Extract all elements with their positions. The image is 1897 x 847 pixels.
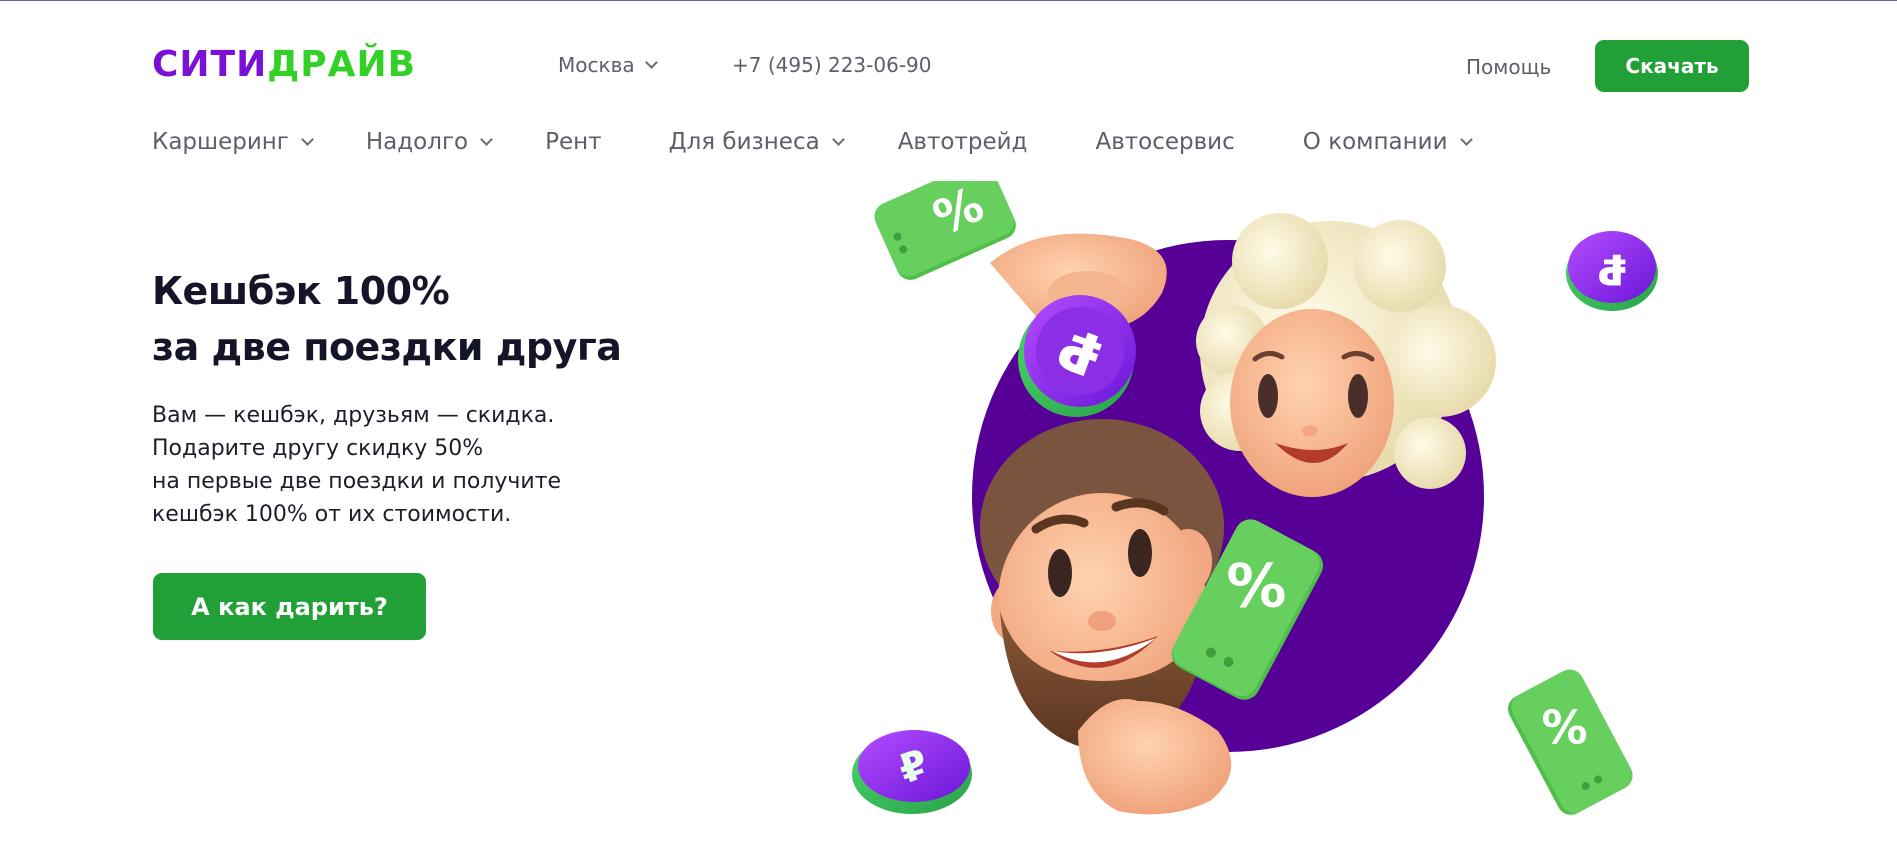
chevron-down-icon	[480, 132, 493, 146]
coin-symbol: ₽	[1597, 245, 1626, 294]
help-link[interactable]: Помощь	[1466, 55, 1551, 79]
nav-item-rent[interactable]: Рент	[545, 129, 601, 155]
nav-item-long-term[interactable]: Надолго	[365, 129, 493, 155]
logo-part-1: СИТИ	[152, 44, 268, 85]
nav-item-business[interactable]: Для бизнеса	[668, 129, 845, 155]
main-nav: Каршеринг Надолго Рент Для бизнеса Автот…	[152, 129, 1473, 155]
nav-item-about[interactable]: О компании	[1302, 129, 1473, 155]
chevron-down-icon	[644, 55, 658, 69]
ticket-symbol: %	[1542, 700, 1588, 754]
nav-item-label: Автосервис	[1095, 129, 1235, 155]
logo-part-2: ДРАЙВ	[267, 44, 417, 85]
ruble-coin-icon: ₽	[852, 730, 972, 814]
hero-description-line: на первые две поездки и получите	[152, 469, 562, 494]
hero-title-line: Кешбэк 100%	[152, 269, 450, 313]
ticket-symbol: %	[1226, 551, 1286, 621]
hero-description-line: Подарите другу скидку 50%	[152, 436, 484, 461]
chevron-down-icon	[301, 132, 314, 146]
chevron-down-icon	[1459, 132, 1473, 146]
nav-item-label: Рент	[545, 129, 602, 155]
nav-item-label: Автотрейд	[897, 129, 1028, 155]
ruble-coin-icon: ₽	[1566, 231, 1658, 311]
chevron-down-icon	[831, 132, 845, 146]
nav-item-label: Каршеринг	[152, 129, 289, 155]
how-to-gift-button[interactable]: А как дарить?	[153, 573, 426, 640]
city-selector[interactable]: Москва	[558, 53, 658, 77]
nav-item-autotrade[interactable]: Автотрейд	[898, 129, 1028, 155]
hero-description-line: Вам — кешбэк, друзьям — скидка.	[152, 403, 555, 428]
hero-description: Вам — кешбэк, друзьям — скидка. Подарите…	[152, 399, 561, 531]
nav-item-label: О компании	[1302, 129, 1448, 155]
hero-title: Кешбэк 100% за две поездки друга	[152, 263, 622, 375]
hero-description-line: кешбэк 100% от их стоимости.	[152, 502, 512, 527]
hero-title-line: за две поездки друга	[152, 325, 622, 369]
nav-item-label: Для бизнеса	[668, 129, 820, 155]
download-button[interactable]: Скачать	[1595, 40, 1749, 92]
hero-illustration: % ₽ ₽ % ₽ %	[852, 181, 1658, 815]
nav-item-autoservice[interactable]: Автосервис	[1095, 129, 1234, 155]
logo[interactable]: СИТИДРАЙВ	[152, 41, 416, 89]
nav-item-label: Надолго	[365, 129, 469, 155]
nav-item-carsharing[interactable]: Каршеринг	[152, 129, 314, 155]
city-label: Москва	[558, 53, 635, 77]
percent-ticket-icon: %	[1508, 669, 1633, 815]
phone-link[interactable]: +7 (495) 223-06-90	[732, 53, 931, 77]
